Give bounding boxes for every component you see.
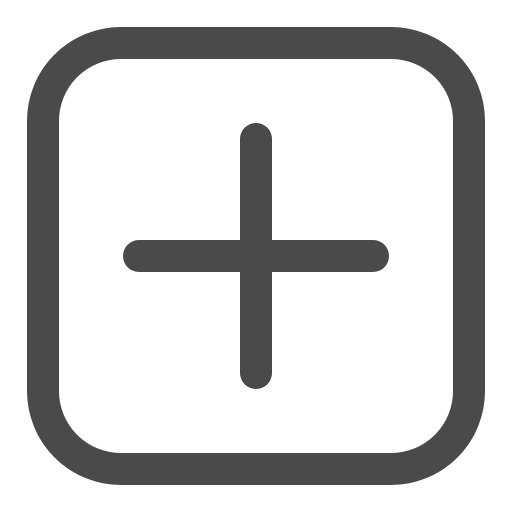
add-square-icon xyxy=(27,27,485,485)
add-square-button[interactable] xyxy=(0,0,512,512)
